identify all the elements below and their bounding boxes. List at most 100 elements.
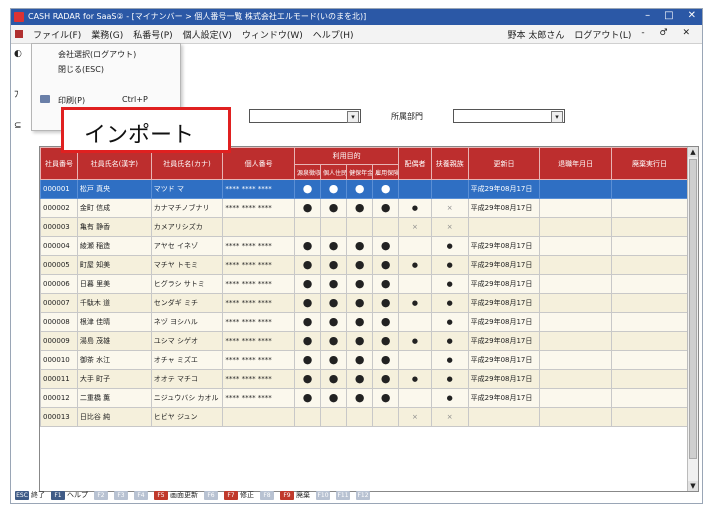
table-row[interactable]: 000006 日暮 里美 ヒグラシ サトミ **** **** **** ● ● ● ● ● 平成…: [40, 274, 689, 294]
cell-employment-ins: ●: [372, 274, 400, 294]
left-toolbar: ◐ ﾌ ⊆: [11, 43, 31, 153]
cell-spouse: [398, 388, 432, 408]
table-row[interactable]: 000009 湯島 茂雄 ユシマ シゲオ **** **** **** ● ● ● ● ● ● 平成…: [40, 331, 689, 351]
print-shortcut: Ctrl+P: [122, 95, 148, 104]
table-row[interactable]: 000007 千駄木 道センダギ ミチ **** **** **** ● ● ● ● ● ● 平成…: [40, 293, 689, 313]
cell-kanji: 日比谷 純: [76, 407, 152, 427]
menu-business[interactable]: 業務(G): [91, 28, 123, 41]
cell-spouse: [398, 350, 432, 370]
scroll-thumb[interactable]: [689, 159, 697, 459]
cell-personal-number: **** **** ****: [222, 255, 295, 275]
cell-family: ●: [430, 350, 469, 370]
cell-emp-id: 000001: [40, 179, 78, 199]
app-menu-icon[interactable]: [15, 30, 23, 38]
function-key-f4[interactable]: F4: [134, 490, 148, 500]
col-updated[interactable]: 更新日: [467, 147, 541, 180]
cell-kana: ユシマ シゲオ: [150, 331, 224, 351]
function-key-label: 廃棄: [296, 491, 310, 499]
function-key-f1[interactable]: F1 ヘルプ: [51, 490, 88, 500]
function-key-f5[interactable]: F5 画面更新: [154, 490, 198, 500]
mdi-controls[interactable]: - ♂ ✕: [641, 28, 696, 41]
menu-item-print[interactable]: 印刷(P): [58, 95, 85, 106]
cell-emp-id: 000008: [40, 312, 78, 332]
cell-withholding: ●: [293, 236, 322, 256]
cell-family: ×: [430, 407, 469, 427]
function-key-esc[interactable]: ESC 終了: [15, 490, 45, 500]
cell-disposed: [610, 236, 689, 256]
vertical-scrollbar[interactable]: ▲ ▼: [687, 147, 698, 491]
import-menu-item[interactable]: インポート: [61, 107, 231, 153]
close-icon[interactable]: ✕: [688, 10, 696, 21]
function-key-f12[interactable]: F12: [356, 490, 370, 500]
filter-select-1[interactable]: ▾: [249, 109, 361, 123]
maximize-icon[interactable]: □: [664, 10, 673, 21]
table-body: 000001 松戸 真央 マツド マ **** **** **** ● ● ● ● 平成29年0…: [40, 179, 689, 427]
table-row[interactable]: 000010 御茶 水江 オチャ ミズエ **** **** **** ● ● ● ● ● 平成2…: [40, 350, 689, 370]
function-key-f8[interactable]: F8: [260, 490, 274, 500]
table-row[interactable]: 000004 綾瀬 稲造 アヤセ イネゾ **** **** **** ● ● ● ● ● 平成2…: [40, 236, 689, 256]
cell-disposed: [610, 179, 689, 199]
menu-personal-settings[interactable]: 個人設定(V): [183, 28, 232, 41]
col-personal-number[interactable]: 個人番号: [222, 147, 295, 180]
col-retired[interactable]: 退職年月日: [539, 147, 612, 180]
toolbar-icon[interactable]: ◐: [14, 49, 22, 59]
logout-link[interactable]: ログアウト(L): [574, 28, 631, 41]
cell-personal-number: **** **** ****: [222, 369, 295, 389]
cell-disposed: [610, 217, 689, 237]
subcol-employment-ins: 雇用保険: [372, 164, 400, 180]
cell-retired: [539, 293, 612, 313]
table-row[interactable]: 000005 町屋 知美 マチヤ トモミ **** **** **** ● ● ● ● ● ● 平成…: [40, 255, 689, 275]
cell-updated: 平成29年08月17日: [467, 331, 541, 351]
menu-window[interactable]: ウィンドウ(W): [242, 28, 303, 41]
cell-kana: カナマチノブナリ: [150, 198, 224, 218]
table-row[interactable]: 000008 根津 佳晴 ネヅ ヨシハル **** **** **** ● ● ● ● ● 平成2…: [40, 312, 689, 332]
menu-item-close[interactable]: 閉じる(ESC): [58, 64, 104, 75]
table-row[interactable]: 000003 亀有 静香 カメアリシズカ × ×: [40, 217, 689, 237]
table-row[interactable]: 000013 日比谷 純ヒビヤ ジュン × ×: [40, 407, 689, 427]
menu-item-company-select[interactable]: 会社選択(ログアウト): [58, 49, 136, 60]
col-spouse[interactable]: 配偶者: [398, 147, 432, 180]
table-row[interactable]: 000001 松戸 真央 マツド マ **** **** **** ● ● ● ● 平成29年0…: [40, 179, 689, 199]
function-key-f9[interactable]: F9 廃棄: [280, 490, 310, 500]
function-key-f3[interactable]: F3: [114, 490, 128, 500]
cell-kana: センダギ ミチ: [150, 293, 224, 313]
col-family[interactable]: 扶養親族: [430, 147, 469, 180]
function-key-f2[interactable]: F2: [94, 490, 108, 500]
function-key-f7[interactable]: F7 修正: [224, 490, 254, 500]
function-key-label: 修正: [240, 491, 254, 499]
table-row[interactable]: 000012 二重橋 薫ニジュウバシ カオル **** **** **** ● ● ● ● ●…: [40, 388, 689, 408]
dept-select[interactable]: ▾: [453, 109, 565, 123]
table-row[interactable]: 000011 大手 町子 オオテ マチコ **** **** **** ● ● ● ● ● ● 平成…: [40, 369, 689, 389]
minimize-icon[interactable]: –: [645, 10, 650, 21]
function-key-cap: F10: [316, 490, 330, 500]
function-key-f6[interactable]: F6: [204, 490, 218, 500]
cell-family: ●: [430, 274, 469, 294]
cell-disposed: [610, 255, 689, 275]
cell-employment-ins: ●: [372, 236, 400, 256]
cell-emp-id: 000003: [40, 217, 78, 237]
table-row[interactable]: 000002 金町 信成 カナマチノブナリ **** **** **** ● ● ● ● ● × 平…: [40, 198, 689, 218]
cell-kana: オオテ マチコ: [150, 369, 224, 389]
cell-employment-ins: ●: [372, 179, 400, 199]
col-disposed[interactable]: 廃棄実行日: [610, 147, 689, 180]
cell-kanji: 亀有 静香: [76, 217, 152, 237]
cell-health-pension: ●: [346, 179, 374, 199]
cell-kanji: 金町 信成: [76, 198, 152, 218]
cell-retired: [539, 331, 612, 351]
menu-file[interactable]: ファイル(F): [33, 28, 81, 41]
cell-emp-id: 000005: [40, 255, 78, 275]
menu-private-number[interactable]: 私番号(P): [133, 28, 172, 41]
cell-resident-tax: ●: [320, 369, 348, 389]
function-key-f11[interactable]: F11: [336, 490, 350, 500]
cell-updated: 平成29年08月17日: [467, 312, 541, 332]
function-key-label: 終了: [31, 491, 45, 499]
window-controls: – □ ✕: [645, 10, 696, 21]
menu-help[interactable]: ヘルプ(H): [313, 28, 354, 41]
cell-personal-number: **** **** ****: [222, 350, 295, 370]
cell-retired: [539, 236, 612, 256]
cell-updated: 平成29年08月17日: [467, 255, 541, 275]
scroll-up-icon[interactable]: ▲: [688, 147, 698, 157]
cell-personal-number: **** **** ****: [222, 331, 295, 351]
function-key-f10[interactable]: F10: [316, 490, 330, 500]
cell-family: ●: [430, 388, 469, 408]
